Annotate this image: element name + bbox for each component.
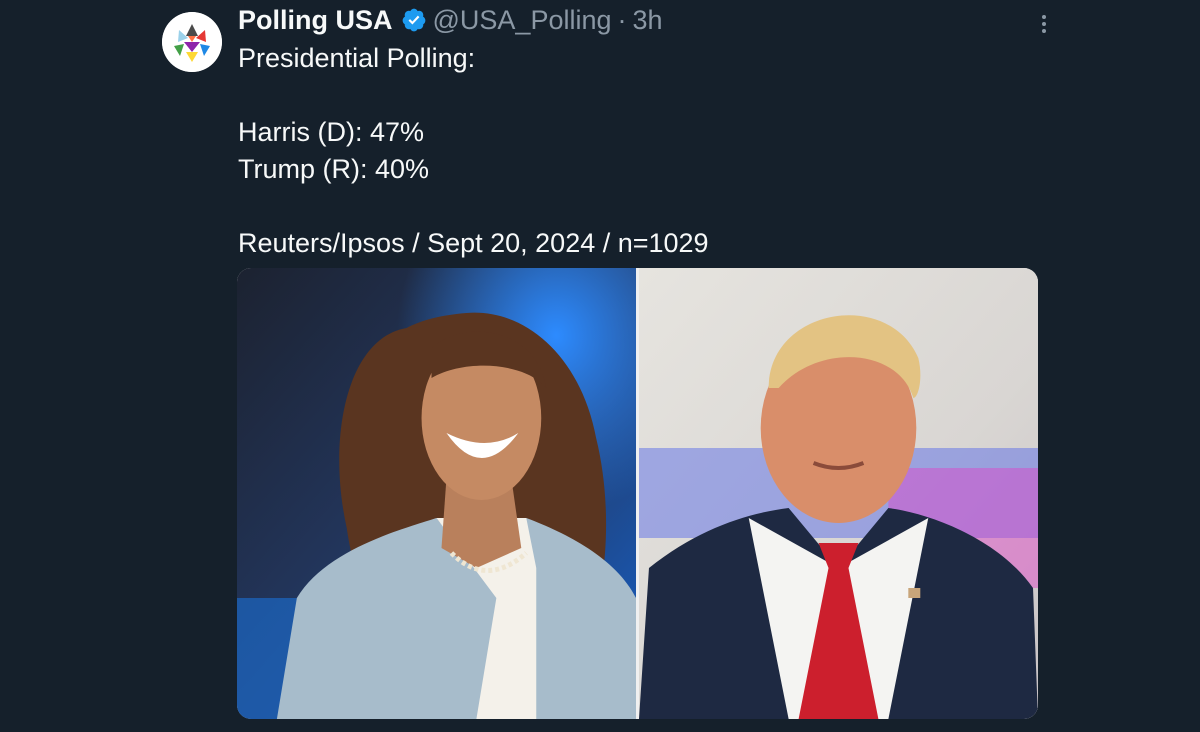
tweet-text-line: Harris (D): 47% bbox=[238, 117, 425, 147]
tweet-text: Presidential Polling: Harris (D): 47% Tr… bbox=[238, 40, 1038, 262]
photo-right[interactable] bbox=[639, 268, 1038, 719]
more-options-icon[interactable] bbox=[1030, 10, 1058, 38]
avatar[interactable] bbox=[162, 12, 222, 72]
tweet-text-line: Presidential Polling: bbox=[238, 43, 476, 73]
polling-usa-logo-icon bbox=[162, 12, 222, 72]
tweet-media[interactable] bbox=[237, 268, 1038, 719]
tweet-content: Polling USA @USA_Polling · 3h Presidenti… bbox=[238, 0, 1038, 262]
timestamp[interactable]: 3h bbox=[633, 0, 663, 40]
tweet-text-line bbox=[238, 188, 1038, 225]
photo-left[interactable] bbox=[237, 268, 636, 719]
tweet-text-line: Reuters/Ipsos / Sept 20, 2024 / n=1029 bbox=[238, 228, 709, 258]
display-name[interactable]: Polling USA bbox=[238, 0, 393, 40]
tweet-text-line bbox=[238, 77, 1038, 114]
handle[interactable]: @USA_Polling bbox=[433, 0, 612, 40]
tweet-header: Polling USA @USA_Polling · 3h bbox=[238, 0, 1038, 40]
verified-badge-icon bbox=[401, 7, 427, 33]
tweet-text-line: Trump (R): 40% bbox=[238, 154, 430, 184]
tweet[interactable]: Polling USA @USA_Polling · 3h Presidenti… bbox=[0, 0, 1200, 732]
separator-dot: · bbox=[617, 5, 627, 35]
